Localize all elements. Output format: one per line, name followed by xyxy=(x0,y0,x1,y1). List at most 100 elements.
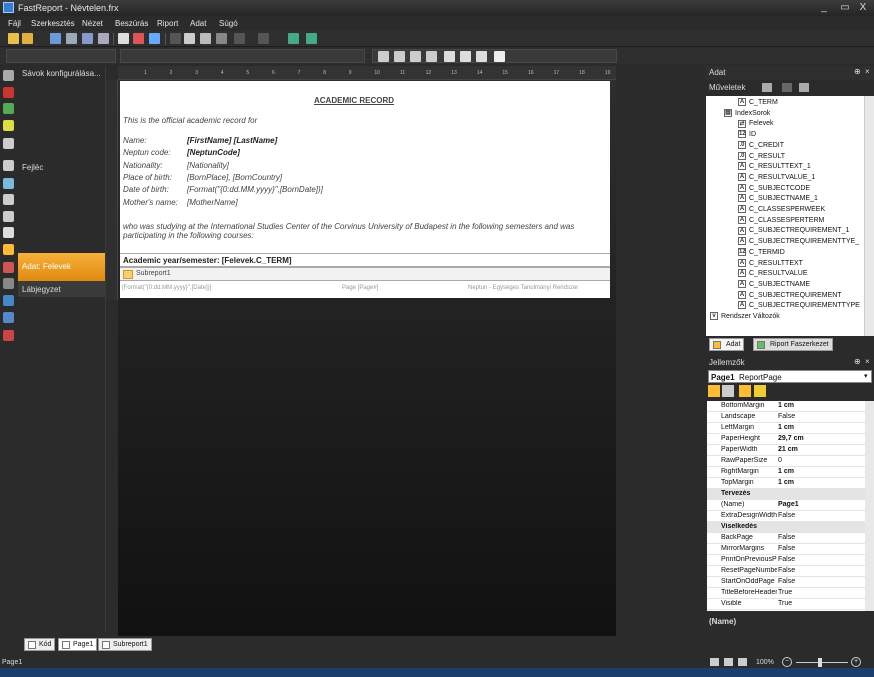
align-justify-icon[interactable] xyxy=(426,51,437,62)
data-tree-item[interactable]: A C_SUBJECTREQUIREMENT_1 xyxy=(738,226,849,236)
property-row[interactable]: BottomMargin 1 cm xyxy=(707,401,865,412)
data-tree-item[interactable]: A C_RESULTVALUE xyxy=(738,269,807,279)
page-settings-icon[interactable] xyxy=(149,33,160,44)
field-label[interactable]: Neptun code: xyxy=(123,148,171,157)
font-select[interactable] xyxy=(6,49,116,63)
property-value[interactable]: False xyxy=(778,545,795,552)
report-page[interactable]: ACADEMIC RECORD This is the official aca… xyxy=(120,81,610,298)
band-footer[interactable]: Lábjegyzet xyxy=(18,281,105,297)
property-row[interactable]: StartOnOddPage False xyxy=(707,577,865,588)
data-tree-item[interactable]: ▤ IndexSorok xyxy=(724,108,770,119)
sort-alpha-icon[interactable] xyxy=(722,385,734,397)
property-row[interactable]: PrintOnPreviousPageFalse xyxy=(707,555,865,566)
barcode-object-icon[interactable] xyxy=(3,194,14,205)
data-tree-item[interactable]: A C_RESULTVALUE_1 xyxy=(738,173,815,183)
data-tree-item[interactable]: A C_SUBJECTREQUIREMENT xyxy=(738,290,842,301)
align-left-icon[interactable] xyxy=(378,51,389,62)
zoom-slider-thumb[interactable] xyxy=(818,658,822,667)
view-page-icon[interactable] xyxy=(738,658,747,666)
gauge-object-icon[interactable] xyxy=(3,330,14,341)
tab-report-tree[interactable]: Riport Faszerkezet xyxy=(753,338,833,351)
page-setup-icon[interactable] xyxy=(66,33,77,44)
text-format-toolbar[interactable] xyxy=(120,49,365,63)
property-value[interactable]: 29,7 cm xyxy=(778,435,804,442)
property-value[interactable]: 0 xyxy=(778,457,782,464)
property-row[interactable]: Visible True xyxy=(707,599,865,610)
data-tree-item[interactable]: A C_RESULTTEXT_1 xyxy=(738,162,811,172)
subreport-object-icon[interactable] xyxy=(3,138,14,149)
paste-icon[interactable] xyxy=(200,33,211,44)
edit-icon[interactable] xyxy=(762,83,772,92)
property-row[interactable]: TopMargin 1 cm xyxy=(707,478,865,489)
shape-object-icon[interactable] xyxy=(3,211,14,222)
property-row[interactable]: BackPage False xyxy=(707,533,865,544)
close-button[interactable]: X xyxy=(854,2,872,14)
border-all-icon[interactable] xyxy=(444,51,455,62)
field-value[interactable]: [NeptunCode] xyxy=(187,148,240,157)
properties-icon[interactable] xyxy=(739,385,751,397)
data-tree-item[interactable]: A C_SUBJECTNAME xyxy=(738,280,810,290)
globe-object-icon[interactable] xyxy=(3,312,14,323)
footer-system[interactable]: Neptun - Egységes Tanulmányi Rendszer xyxy=(468,285,578,291)
property-row[interactable]: RightMargin 1 cm xyxy=(707,467,865,478)
maximize-button[interactable]: ▭ xyxy=(836,2,854,14)
field-value[interactable]: [MotherName] xyxy=(187,198,238,207)
data-tree-item[interactable]: A C_RESULTTEXT xyxy=(738,258,803,269)
object-selector[interactable]: Page1 ReportPage ▾ xyxy=(708,370,872,383)
property-category[interactable]: Viselkedés xyxy=(707,522,865,533)
line-object-icon[interactable] xyxy=(3,262,14,273)
field-label[interactable]: Place of birth: xyxy=(123,173,172,182)
property-value[interactable]: 1 cm xyxy=(778,424,794,431)
pin-icon[interactable]: ⊕ xyxy=(854,67,861,76)
property-value[interactable]: 1 cm xyxy=(778,402,794,409)
table-object-icon[interactable] xyxy=(3,160,14,171)
property-value[interactable]: False xyxy=(778,413,795,420)
property-row[interactable]: PaperWidth 21 cm xyxy=(707,445,865,456)
footer-page[interactable]: Page [Page#] xyxy=(342,285,378,291)
zip-code-object-icon[interactable] xyxy=(3,278,14,289)
menu-edit[interactable]: Szerkesztés xyxy=(31,19,75,28)
chevron-down-icon[interactable]: ▾ xyxy=(864,372,868,380)
property-value[interactable]: True xyxy=(778,600,792,607)
property-row[interactable]: Landscape False xyxy=(707,412,865,423)
field-value[interactable]: [Format("{0:dd.MM.yyyy}",[BornDate])] xyxy=(187,185,323,194)
copy-icon[interactable] xyxy=(184,33,195,44)
chart-object-icon[interactable] xyxy=(3,244,14,255)
preview-icon[interactable] xyxy=(82,33,93,44)
view-icon[interactable] xyxy=(799,83,809,92)
semester-text[interactable]: Academic year/semester: [Felevek.C_TERM] xyxy=(123,256,292,265)
data-tree-item[interactable]: 12 ID xyxy=(738,130,756,140)
data-tree-item[interactable]: A C_SUBJECTNAME_1 xyxy=(738,194,818,204)
property-grid-scrollbar[interactable] xyxy=(865,401,874,611)
data-tree-item[interactable]: A C_SUBJECTREQUIREMENTTYE_ xyxy=(738,237,859,247)
property-value[interactable]: False xyxy=(778,534,795,541)
align-center-icon[interactable] xyxy=(394,51,405,62)
report-title[interactable]: ACADEMIC RECORD xyxy=(314,96,394,105)
field-label[interactable]: Name: xyxy=(123,136,147,145)
tab-code[interactable]: Kód xyxy=(24,638,56,651)
menu-help[interactable]: Súgó xyxy=(219,19,238,28)
field-label[interactable]: Nationality: xyxy=(123,161,163,170)
property-row[interactable]: MirrorMargins False xyxy=(707,544,865,555)
property-row[interactable]: PaperHeight 29,7 cm xyxy=(707,434,865,445)
property-row[interactable]: LeftMargin 1 cm xyxy=(707,423,865,434)
data-tree-item[interactable]: A C_SUBJECTCODE xyxy=(738,183,810,194)
data-tree-item[interactable]: A C_CLASSESPERWEEK xyxy=(738,205,825,215)
data-band[interactable]: Academic year/semester: [Felevek.C_TERM] xyxy=(120,253,610,267)
configure-bands-label[interactable]: Sávok konfigurálása... xyxy=(22,69,101,78)
data-tree-item[interactable]: A C_SUBJECTREQUIREMENTTYPE xyxy=(738,301,860,311)
new-icon[interactable] xyxy=(8,33,19,44)
studying-text-line2[interactable]: participating in the following courses: xyxy=(123,231,254,240)
property-value[interactable]: 1 cm xyxy=(778,468,794,475)
data-tree-item[interactable]: .0 C_RESULT xyxy=(738,151,785,162)
border-none-icon[interactable] xyxy=(460,51,471,62)
data-tree-item[interactable]: A C_CLASSESPERTERM xyxy=(738,215,824,226)
property-row[interactable]: ResetPageNumber False xyxy=(707,566,865,577)
zoom-slider[interactable] xyxy=(796,662,848,663)
menu-insert[interactable]: Beszúrás xyxy=(115,19,148,28)
save-icon[interactable] xyxy=(50,33,61,44)
property-value[interactable]: False xyxy=(778,556,795,563)
close-panel-icon[interactable]: × xyxy=(865,357,870,366)
text-object-icon[interactable] xyxy=(3,87,14,98)
ungroup-icon[interactable] xyxy=(306,33,317,44)
